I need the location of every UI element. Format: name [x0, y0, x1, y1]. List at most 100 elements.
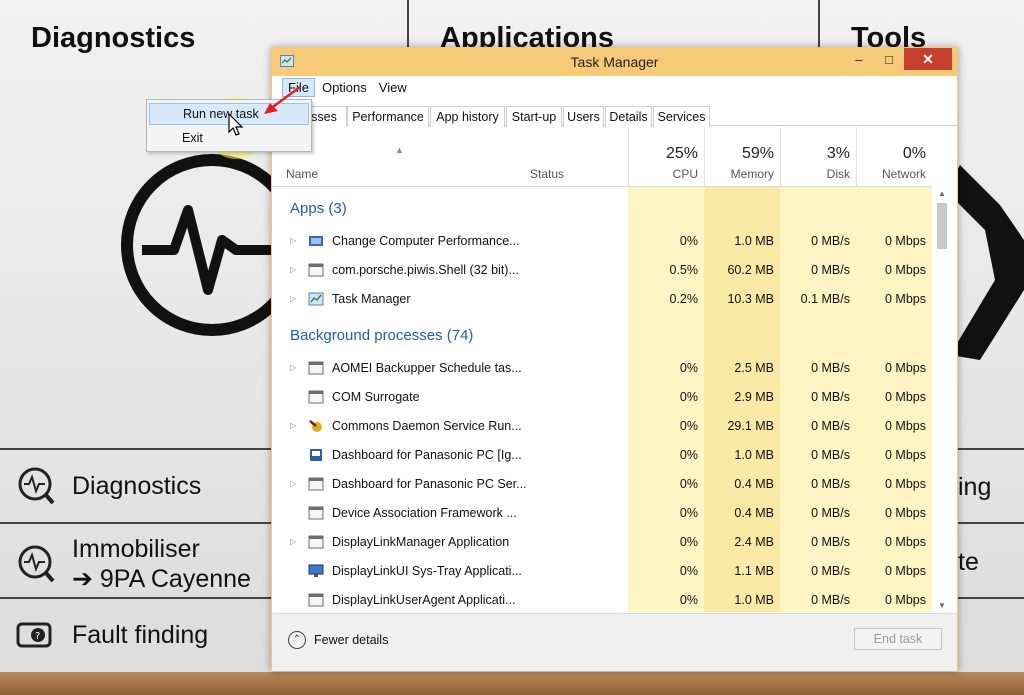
- tab-services[interactable]: Services: [653, 106, 710, 127]
- process-cpu: 0%: [679, 535, 698, 549]
- process-row[interactable]: Device Association Framework ... 0% 0.4 MB…: [272, 499, 932, 528]
- expand-arrow-icon[interactable]: ▷: [290, 363, 296, 372]
- process-name: AOMEI Backupper Schedule tas...: [332, 361, 522, 375]
- process-network: 0 Mbps: [885, 477, 926, 491]
- process-cpu: 0%: [679, 564, 698, 578]
- process-name: DisplayLinkUserAgent Applicati...: [332, 593, 516, 607]
- process-row[interactable]: ▷ com.porsche.piwis.Shell (32 bit)... 0.5%…: [272, 256, 932, 285]
- column-name[interactable]: Name: [286, 167, 318, 181]
- tab-users[interactable]: Users: [563, 106, 604, 127]
- window-icon: [308, 477, 324, 491]
- task-manager-window: Task Manager – □ ✕ File Options View ess…: [271, 47, 958, 671]
- process-row[interactable]: ▷ DisplayLinkManager Application 0% 2.4 MB 0…: [272, 528, 932, 557]
- scroll-up-icon[interactable]: ▲: [938, 189, 946, 198]
- bg-menu-fault-finding[interactable]: ? Fault finding: [14, 614, 208, 656]
- expand-arrow-icon[interactable]: ▷: [290, 265, 296, 274]
- process-row[interactable]: ▷ Change Computer Performance... 0% 1.0 MB 0…: [272, 227, 932, 256]
- process-disk: 0 MB/s: [811, 593, 850, 607]
- process-network: 0 Mbps: [885, 234, 926, 248]
- process-row[interactable]: COM Surrogate 0% 2.9 MB 0 MB/s 0 Mbps: [272, 383, 932, 412]
- column-network[interactable]: Network: [856, 167, 926, 181]
- expand-arrow-icon[interactable]: ▷: [290, 421, 296, 430]
- expand-arrow-icon[interactable]: ▷: [290, 479, 296, 488]
- expand-arrow-icon[interactable]: ▷: [290, 537, 296, 546]
- process-name: Dashboard for Panasonic PC Ser...: [332, 477, 527, 491]
- process-name: Commons Daemon Service Run...: [332, 419, 522, 433]
- minimize-button[interactable]: –: [846, 48, 872, 70]
- process-name: Dashboard for Panasonic PC [Ig...: [332, 448, 522, 462]
- process-cpu: 0%: [679, 448, 698, 462]
- process-name: DisplayLinkManager Application: [332, 535, 510, 549]
- maximize-button[interactable]: □: [876, 48, 902, 70]
- process-network: 0 Mbps: [885, 564, 926, 578]
- daemon-icon: [308, 419, 324, 433]
- process-network: 0 Mbps: [885, 361, 926, 375]
- scroll-thumb[interactable]: [937, 203, 947, 249]
- tab-app-history[interactable]: App history: [430, 106, 505, 127]
- chevron-up-icon[interactable]: ⌃: [288, 631, 306, 649]
- column-status[interactable]: Status: [530, 167, 564, 181]
- process-memory: 1.0 MB: [734, 448, 774, 462]
- process-memory: 2.9 MB: [734, 390, 774, 404]
- tab-startup[interactable]: Start-up: [506, 106, 562, 127]
- process-cpu: 0%: [679, 477, 698, 491]
- close-button[interactable]: ✕: [904, 48, 952, 70]
- titlebar[interactable]: Task Manager – □ ✕: [272, 48, 957, 76]
- process-row[interactable]: ▷ Task Manager 0.2% 10.3 MB 0.1 MB/s 0 Mbps: [272, 285, 932, 314]
- process-row[interactable]: DisplayLinkUI Sys-Tray Applicati... 0% 1.1…: [272, 557, 932, 586]
- group-header[interactable]: Background processes (74): [272, 314, 932, 354]
- bg-menu-immobiliser[interactable]: Immobiliser ➔ 9PA Cayenne: [14, 534, 251, 594]
- process-disk: 0 MB/s: [811, 390, 850, 404]
- bg-right-fragment[interactable]: te: [958, 548, 979, 577]
- process-network: 0 Mbps: [885, 535, 926, 549]
- process-cpu: 0.5%: [669, 263, 699, 277]
- diagnostics-magnifier-icon[interactable]: [112, 150, 282, 350]
- process-cpu: 0%: [679, 361, 698, 375]
- process-row[interactable]: DisplayLinkUserAgent Applicati... 0% 1.0 M…: [272, 586, 932, 612]
- bg-floor: [0, 672, 1024, 695]
- bg-title-diagnostics[interactable]: Diagnostics: [31, 22, 195, 55]
- magnifier-pulse-icon: [18, 467, 55, 505]
- magnifier-pulse-icon: [18, 545, 55, 583]
- window-icon: [308, 535, 324, 549]
- process-memory: 29.1 MB: [727, 419, 774, 433]
- tab-details[interactable]: Details: [605, 106, 652, 127]
- process-network: 0 Mbps: [885, 506, 926, 520]
- expand-arrow-icon[interactable]: ▷: [290, 294, 296, 303]
- process-name: COM Surrogate: [332, 390, 420, 404]
- bg-menu-diagnostics[interactable]: Diagnostics: [14, 465, 201, 507]
- memory-percent: 59%: [741, 145, 774, 162]
- process-memory: 1.0 MB: [734, 593, 774, 607]
- process-row[interactable]: ▷ Dashboard for Panasonic PC Ser... 0% 0.4 …: [272, 470, 932, 499]
- bg-right-fragment[interactable]: ing: [958, 473, 991, 502]
- process-row[interactable]: ▷ Commons Daemon Service Run... 0% 29.1 MB 0…: [272, 412, 932, 441]
- tab-bar: esses Performance App history Start-up U…: [272, 102, 957, 127]
- process-cpu: 0%: [679, 419, 698, 433]
- process-memory: 60.2 MB: [727, 263, 774, 277]
- scroll-down-icon[interactable]: ▼: [938, 601, 946, 610]
- scrollbar[interactable]: ▲ ▼: [934, 187, 950, 612]
- menu-view[interactable]: View: [374, 79, 412, 96]
- task-manager-icon: [308, 292, 324, 306]
- group-header[interactable]: Apps (3): [272, 187, 932, 227]
- group-label: Background processes (74): [290, 327, 474, 344]
- process-name: DisplayLinkUI Sys-Tray Applicati...: [332, 564, 522, 578]
- menu-options[interactable]: Options: [317, 79, 372, 96]
- column-cpu[interactable]: CPU: [628, 167, 698, 181]
- tab-performance[interactable]: Performance: [347, 106, 429, 127]
- window-icon: [308, 593, 324, 607]
- process-row[interactable]: Dashboard for Panasonic PC [Ig... 0% 1.0 M…: [272, 441, 932, 470]
- disk-percent: 3%: [826, 145, 850, 162]
- expand-arrow-icon[interactable]: ▷: [290, 236, 296, 245]
- process-row[interactable]: ▷ AOMEI Backupper Schedule tas... 0% 2.5 MB…: [272, 354, 932, 383]
- end-task-button[interactable]: End task: [854, 628, 942, 650]
- column-memory[interactable]: Memory: [704, 167, 774, 181]
- process-disk: 0 MB/s: [811, 506, 850, 520]
- red-arrow-annotation-icon: [264, 85, 301, 114]
- column-disk[interactable]: Disk: [780, 167, 850, 181]
- fewer-details-link[interactable]: Fewer details: [314, 633, 388, 647]
- process-memory: 10.3 MB: [727, 292, 774, 306]
- process-network: 0 Mbps: [885, 263, 926, 277]
- window-icon: [308, 390, 324, 404]
- bg-menu-label: Fault finding: [72, 620, 209, 649]
